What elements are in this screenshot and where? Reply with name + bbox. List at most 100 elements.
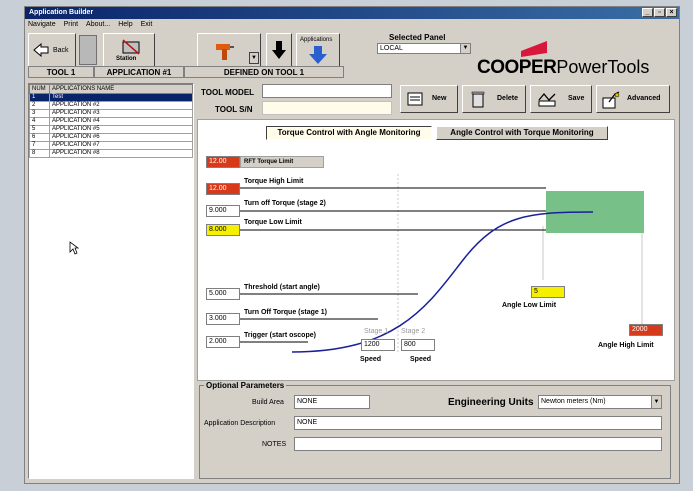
app-description-input[interactable]: NONE [294,416,662,430]
optional-parameters-group: Optional Parameters Build Area NONE Engi… [199,381,671,479]
row-name: APPLICATION #7 [49,141,193,150]
row-name: APPLICATION #2 [49,101,193,110]
turn-off-1-label: Turn Off Torque (stage 1) [244,309,327,316]
brand-logo: COOPERPowerTools [477,57,649,79]
save-button[interactable]: Save [530,85,592,113]
angle-high-input[interactable]: 2000 [629,324,663,336]
table-row[interactable]: 3 APPLICATION #3 [29,109,193,118]
rft-limit-label: RFT Torque Limit [240,156,324,168]
turn-off-2-label: Turn off Torque (stage 2) [244,200,326,207]
trash-icon [471,91,485,108]
stage1-label: Stage 1 [364,328,389,335]
menu-about[interactable]: About... [86,19,110,30]
brand-primary: COOPER [477,57,557,78]
row-num: 5 [29,125,50,134]
trigger-input[interactable]: 2.000 [206,336,240,348]
station-button[interactable]: Station [103,33,155,67]
threshold-label: Threshold (start angle) [244,284,320,291]
row-num: 4 [29,117,50,126]
row-num: 3 [29,109,50,118]
title-bar: Application Builder _ ▫ × [25,7,679,19]
panel-device-icon[interactable] [79,35,97,65]
advanced-button[interactable]: Advanced [596,85,670,113]
save-label: Save [568,95,585,102]
engineering-units-value: Newton meters (Nm) [541,398,606,405]
context-tool: TOOL 1 [28,66,94,78]
applications-arrow-icon [309,46,327,64]
window-controls: _ ▫ × [642,8,677,17]
table-row[interactable]: 2 APPLICATION #2 [29,101,193,110]
stage1-speed-label: Speed [360,356,382,363]
row-name: APPLICATION #6 [49,133,193,142]
torque-low-input[interactable]: 8.000 [206,224,240,236]
chevron-down-icon: ▼ [460,44,470,53]
back-button[interactable]: Back [28,33,76,67]
torque-low-label: Torque Low Limit [244,219,302,226]
selected-panel-label: Selected Panel [389,33,446,42]
stage2-speed-input[interactable]: 800 [401,339,435,351]
notes-input[interactable] [294,437,662,451]
new-label: New [432,95,447,102]
stage2-label: Stage 2 [401,328,426,335]
col-name: APPLICATIONS NAME [49,84,193,94]
advanced-label: Advanced [627,95,661,102]
row-num: 2 [29,101,50,110]
angle-low-label: Angle Low Limit [502,302,557,309]
table-row[interactable]: 1 Test [29,93,193,102]
notes-label: NOTES [262,441,287,448]
torque-high-input[interactable]: 12.00 [206,183,240,195]
context-application: APPLICATION #1 [94,66,184,78]
applications-button[interactable]: Applications [296,33,340,67]
menu-exit[interactable]: Exit [141,19,153,30]
context-defined-on: DEFINED ON TOOL 1 [184,66,344,78]
new-button[interactable]: New [400,85,458,113]
row-num: 8 [29,149,50,158]
menu-print[interactable]: Print [64,19,78,30]
table-row[interactable]: 6 APPLICATION #6 [29,133,193,142]
selected-panel-select[interactable]: LOCAL ▼ [377,43,471,54]
table-row[interactable]: 8 APPLICATION #8 [29,149,193,158]
tool-sn-field[interactable] [262,101,392,115]
table-row[interactable]: 4 APPLICATION #4 [29,117,193,126]
engineering-units-select[interactable]: Newton meters (Nm) ▼ [538,395,662,409]
back-label: Back [53,47,69,54]
table-row[interactable]: 5 APPLICATION #5 [29,125,193,134]
row-name: Test [49,93,193,102]
tool-dropdown-arrow[interactable]: ▼ [249,52,259,64]
row-num: 7 [29,141,50,150]
turn-off-2-input[interactable]: 9.000 [206,205,240,217]
delete-button[interactable]: Delete [462,85,526,113]
menu-navigate[interactable]: Navigate [28,19,56,30]
row-num: 1 [29,93,50,102]
mouse-cursor-icon [69,241,79,255]
maximize-button[interactable]: ▫ [654,8,665,17]
minimize-button[interactable]: _ [642,8,653,17]
trigger-label: Trigger (start oscope) [244,332,316,339]
threshold-input[interactable]: 5.000 [206,288,240,300]
table-row[interactable]: 7 APPLICATION #7 [29,141,193,150]
row-name: APPLICATION #5 [49,125,193,134]
parameter-panel: Torque Control with Angle Monitoring Ang… [197,119,675,381]
tool-model-input[interactable] [262,84,392,98]
close-button[interactable]: × [666,8,677,17]
angle-low-input[interactable]: 5 [531,286,565,298]
tool-button[interactable]: ▼ [197,33,261,67]
build-area-input[interactable]: NONE [294,395,370,409]
app-description-label: Application Description [204,420,276,427]
stage1-speed-input[interactable]: 1200 [361,339,395,351]
station-label: Station [116,56,137,62]
application-list[interactable]: NUM APPLICATIONS NAME 1 Test 2 APPLICATION… [28,83,194,479]
delete-label: Delete [497,95,519,102]
turn-off-1-input[interactable]: 3.000 [206,313,240,325]
station-icon [122,39,140,55]
row-name: APPLICATION #3 [49,109,193,118]
angle-high-label: Angle High Limit [598,342,654,349]
selected-panel-value: LOCAL [380,45,403,52]
download-button[interactable] [266,33,292,67]
down-arrow-icon [272,41,286,59]
application-window: Application Builder _ ▫ × Navigate Print… [24,6,680,484]
tool-sn-label: TOOL S/N [215,105,253,114]
menu-help[interactable]: Help [118,19,132,30]
rft-limit-input[interactable]: 12.00 [206,156,240,168]
cooper-logo-icon [521,41,547,57]
